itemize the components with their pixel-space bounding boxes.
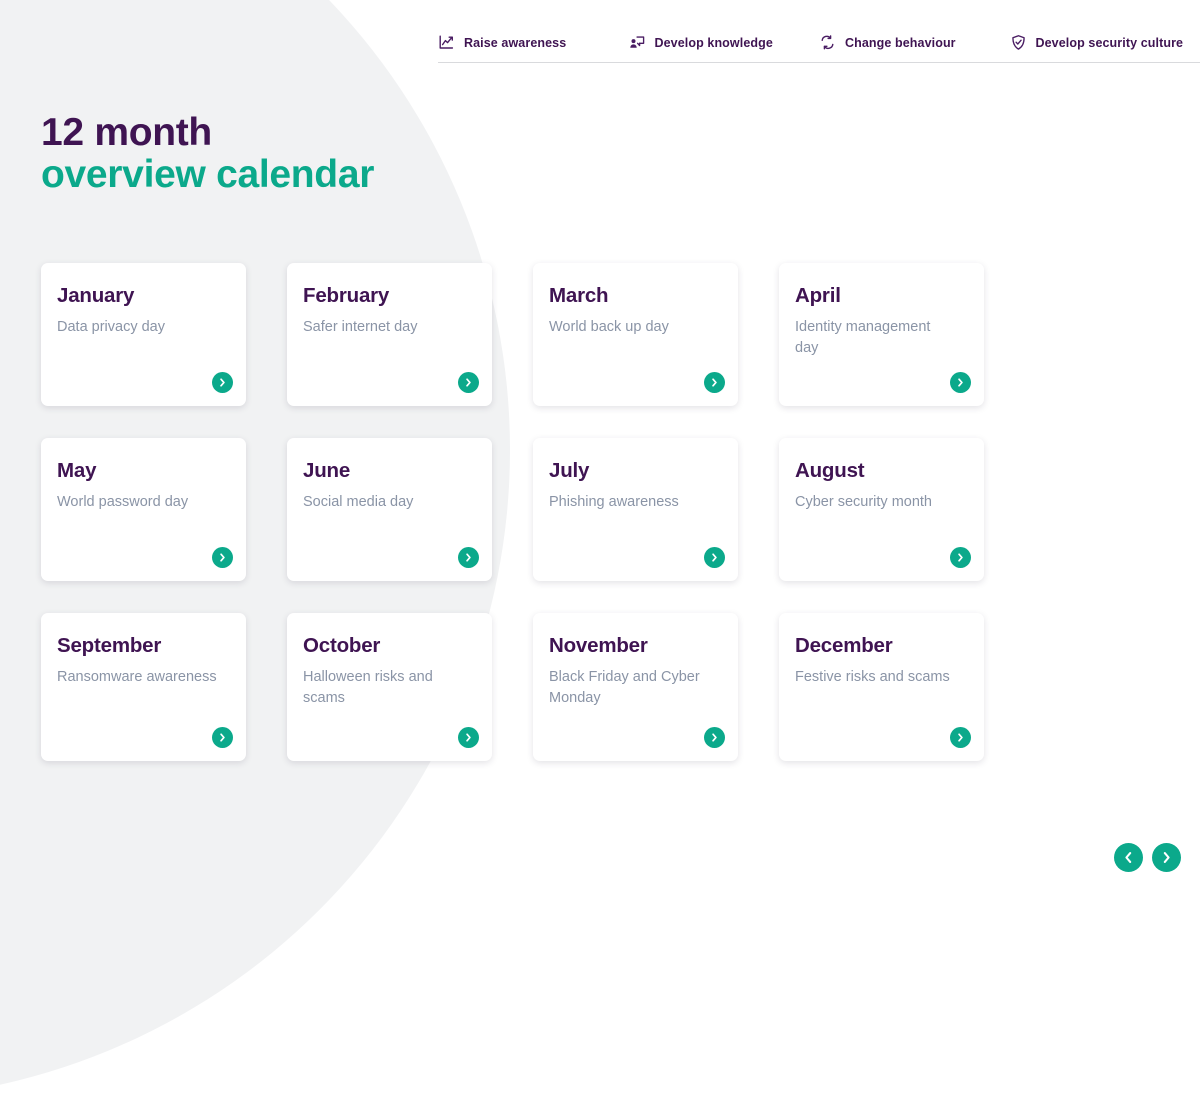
month-name: January xyxy=(57,285,228,308)
previous-slide-button[interactable] xyxy=(1114,843,1143,872)
month-card-august[interactable]: August Cyber security month xyxy=(779,438,984,581)
page-title: 12 month overview calendar xyxy=(41,112,374,196)
month-theme: Ransomware awareness xyxy=(57,667,217,688)
top-navigation: Raise awareness Develop knowledge Change… xyxy=(438,34,1200,63)
pagination-controls xyxy=(1114,843,1181,872)
month-theme: Phishing awareness xyxy=(549,492,709,513)
chevron-right-icon[interactable] xyxy=(458,372,479,393)
chevron-right-icon[interactable] xyxy=(950,547,971,568)
next-slide-button[interactable] xyxy=(1152,843,1181,872)
chevron-right-icon[interactable] xyxy=(458,727,479,748)
page-title-line-1: 12 month xyxy=(41,112,374,154)
calendar-grid: January Data privacy day February Safer … xyxy=(41,263,1041,761)
month-card-april[interactable]: April Identity management day xyxy=(779,263,984,406)
nav-tab-label: Develop knowledge xyxy=(655,36,773,50)
month-card-october[interactable]: October Halloween risks and scams xyxy=(287,613,492,761)
nav-tab-label: Change behaviour xyxy=(845,36,956,50)
person-presentation-icon xyxy=(629,34,646,51)
month-card-december[interactable]: December Festive risks and scams xyxy=(779,613,984,761)
chevron-right-icon[interactable] xyxy=(212,372,233,393)
chevron-right-icon[interactable] xyxy=(704,372,725,393)
month-theme: Social media day xyxy=(303,492,463,513)
month-theme: Cyber security month xyxy=(795,492,955,513)
chevron-right-icon[interactable] xyxy=(704,727,725,748)
month-theme: Identity management day xyxy=(795,317,955,360)
month-theme: Data privacy day xyxy=(57,317,217,338)
chevron-right-icon xyxy=(1159,850,1174,865)
month-card-may[interactable]: May World password day xyxy=(41,438,246,581)
month-card-february[interactable]: February Safer internet day xyxy=(287,263,492,406)
nav-tab-develop-security-culture[interactable]: Develop security culture xyxy=(1010,34,1200,63)
month-card-june[interactable]: June Social media day xyxy=(287,438,492,581)
month-name: November xyxy=(549,635,720,658)
month-name: August xyxy=(795,460,966,483)
nav-tab-develop-knowledge[interactable]: Develop knowledge xyxy=(629,34,820,63)
line-chart-icon xyxy=(438,34,455,51)
month-name: April xyxy=(795,285,966,308)
page-title-line-2: overview calendar xyxy=(41,154,374,196)
refresh-cycle-icon xyxy=(819,34,836,51)
month-card-september[interactable]: September Ransomware awareness xyxy=(41,613,246,761)
calendar-row: September Ransomware awareness October H… xyxy=(41,613,1041,761)
month-name: June xyxy=(303,460,474,483)
month-card-november[interactable]: November Black Friday and Cyber Monday xyxy=(533,613,738,761)
month-name: March xyxy=(549,285,720,308)
month-name: May xyxy=(57,460,228,483)
month-theme: World password day xyxy=(57,492,217,513)
calendar-row: May World password day June Social media… xyxy=(41,438,1041,581)
chevron-right-icon[interactable] xyxy=(212,547,233,568)
month-theme: Halloween risks and scams xyxy=(303,667,463,710)
chevron-right-icon[interactable] xyxy=(950,372,971,393)
month-name: July xyxy=(549,460,720,483)
chevron-left-icon xyxy=(1121,850,1136,865)
month-card-march[interactable]: March World back up day xyxy=(533,263,738,406)
chevron-right-icon[interactable] xyxy=(458,547,479,568)
month-name: September xyxy=(57,635,228,658)
month-name: December xyxy=(795,635,966,658)
month-theme: World back up day xyxy=(549,317,709,338)
month-card-january[interactable]: January Data privacy day xyxy=(41,263,246,406)
month-name: February xyxy=(303,285,474,308)
month-name: October xyxy=(303,635,474,658)
nav-tab-label: Develop security culture xyxy=(1036,36,1184,50)
chevron-right-icon[interactable] xyxy=(704,547,725,568)
month-theme: Safer internet day xyxy=(303,317,463,338)
shield-check-icon xyxy=(1010,34,1027,51)
month-theme: Black Friday and Cyber Monday xyxy=(549,667,709,710)
nav-tab-label: Raise awareness xyxy=(464,36,566,50)
month-theme: Festive risks and scams xyxy=(795,667,955,688)
nav-tab-raise-awareness[interactable]: Raise awareness xyxy=(438,34,629,63)
chevron-right-icon[interactable] xyxy=(950,727,971,748)
chevron-right-icon[interactable] xyxy=(212,727,233,748)
month-card-july[interactable]: July Phishing awareness xyxy=(533,438,738,581)
calendar-row: January Data privacy day February Safer … xyxy=(41,263,1041,406)
nav-tab-change-behaviour[interactable]: Change behaviour xyxy=(819,34,1010,63)
